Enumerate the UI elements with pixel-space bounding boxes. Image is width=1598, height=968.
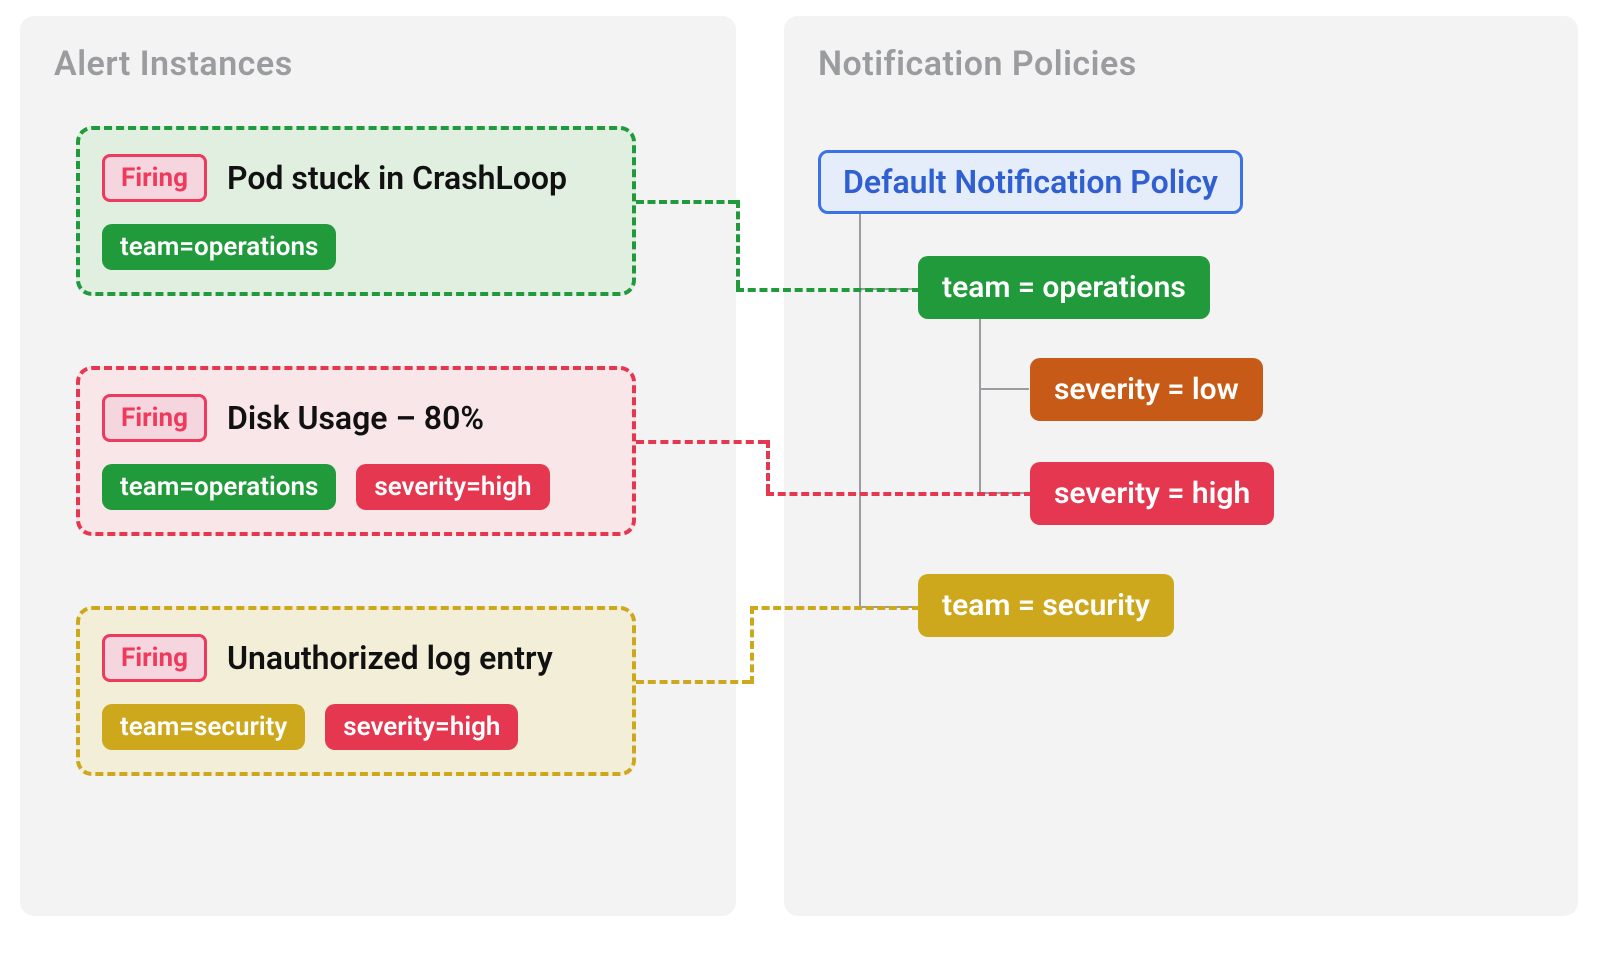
label-pill: team=operations bbox=[102, 224, 336, 270]
policy-root: Default Notification Policy bbox=[818, 150, 1243, 214]
alert-header-row: Firing Pod stuck in CrashLoop bbox=[102, 154, 610, 202]
diagram-canvas: Alert Instances Firing Pod stuck in Cras… bbox=[0, 0, 1598, 968]
alert-header-row: Firing Disk Usage – 80% bbox=[102, 394, 610, 442]
alert-card: Firing Disk Usage – 80% team=operations … bbox=[76, 366, 636, 536]
tree-line bbox=[979, 318, 981, 494]
label-row: team=security severity=high bbox=[102, 704, 610, 750]
label-pill: team=security bbox=[102, 704, 305, 750]
panel-title-right: Notification Policies bbox=[818, 44, 1137, 84]
tree-line bbox=[859, 208, 861, 608]
policy-node: severity = high bbox=[1030, 462, 1274, 525]
panel-title-left: Alert Instances bbox=[54, 44, 293, 84]
label-row: team=operations bbox=[102, 224, 610, 270]
alert-card: Firing Pod stuck in CrashLoop team=opera… bbox=[76, 126, 636, 296]
alert-title: Pod stuck in CrashLoop bbox=[227, 159, 567, 197]
alert-title: Disk Usage – 80% bbox=[227, 399, 484, 437]
connector bbox=[736, 288, 920, 292]
status-badge: Firing bbox=[102, 634, 207, 682]
policy-node: severity = low bbox=[1030, 358, 1263, 421]
connector bbox=[736, 200, 740, 288]
connector bbox=[636, 200, 736, 204]
connector bbox=[636, 680, 750, 684]
label-row: team=operations severity=high bbox=[102, 464, 610, 510]
connector bbox=[636, 440, 766, 444]
connector bbox=[750, 606, 920, 610]
label-pill: severity=high bbox=[325, 704, 518, 750]
connector bbox=[750, 606, 754, 684]
alert-card: Firing Unauthorized log entry team=secur… bbox=[76, 606, 636, 776]
label-pill: team=operations bbox=[102, 464, 336, 510]
alert-header-row: Firing Unauthorized log entry bbox=[102, 634, 610, 682]
notification-policies-panel: Notification Policies Default Notificati… bbox=[784, 16, 1578, 916]
label-pill: severity=high bbox=[356, 464, 549, 510]
alert-instances-panel: Alert Instances Firing Pod stuck in Cras… bbox=[20, 16, 736, 916]
status-badge: Firing bbox=[102, 394, 207, 442]
policy-node: team = security bbox=[918, 574, 1174, 637]
tree-line bbox=[979, 388, 1029, 390]
connector bbox=[766, 440, 770, 492]
policy-node: team = operations bbox=[918, 256, 1210, 319]
alert-title: Unauthorized log entry bbox=[227, 639, 553, 677]
status-badge: Firing bbox=[102, 154, 207, 202]
connector bbox=[766, 492, 1032, 496]
